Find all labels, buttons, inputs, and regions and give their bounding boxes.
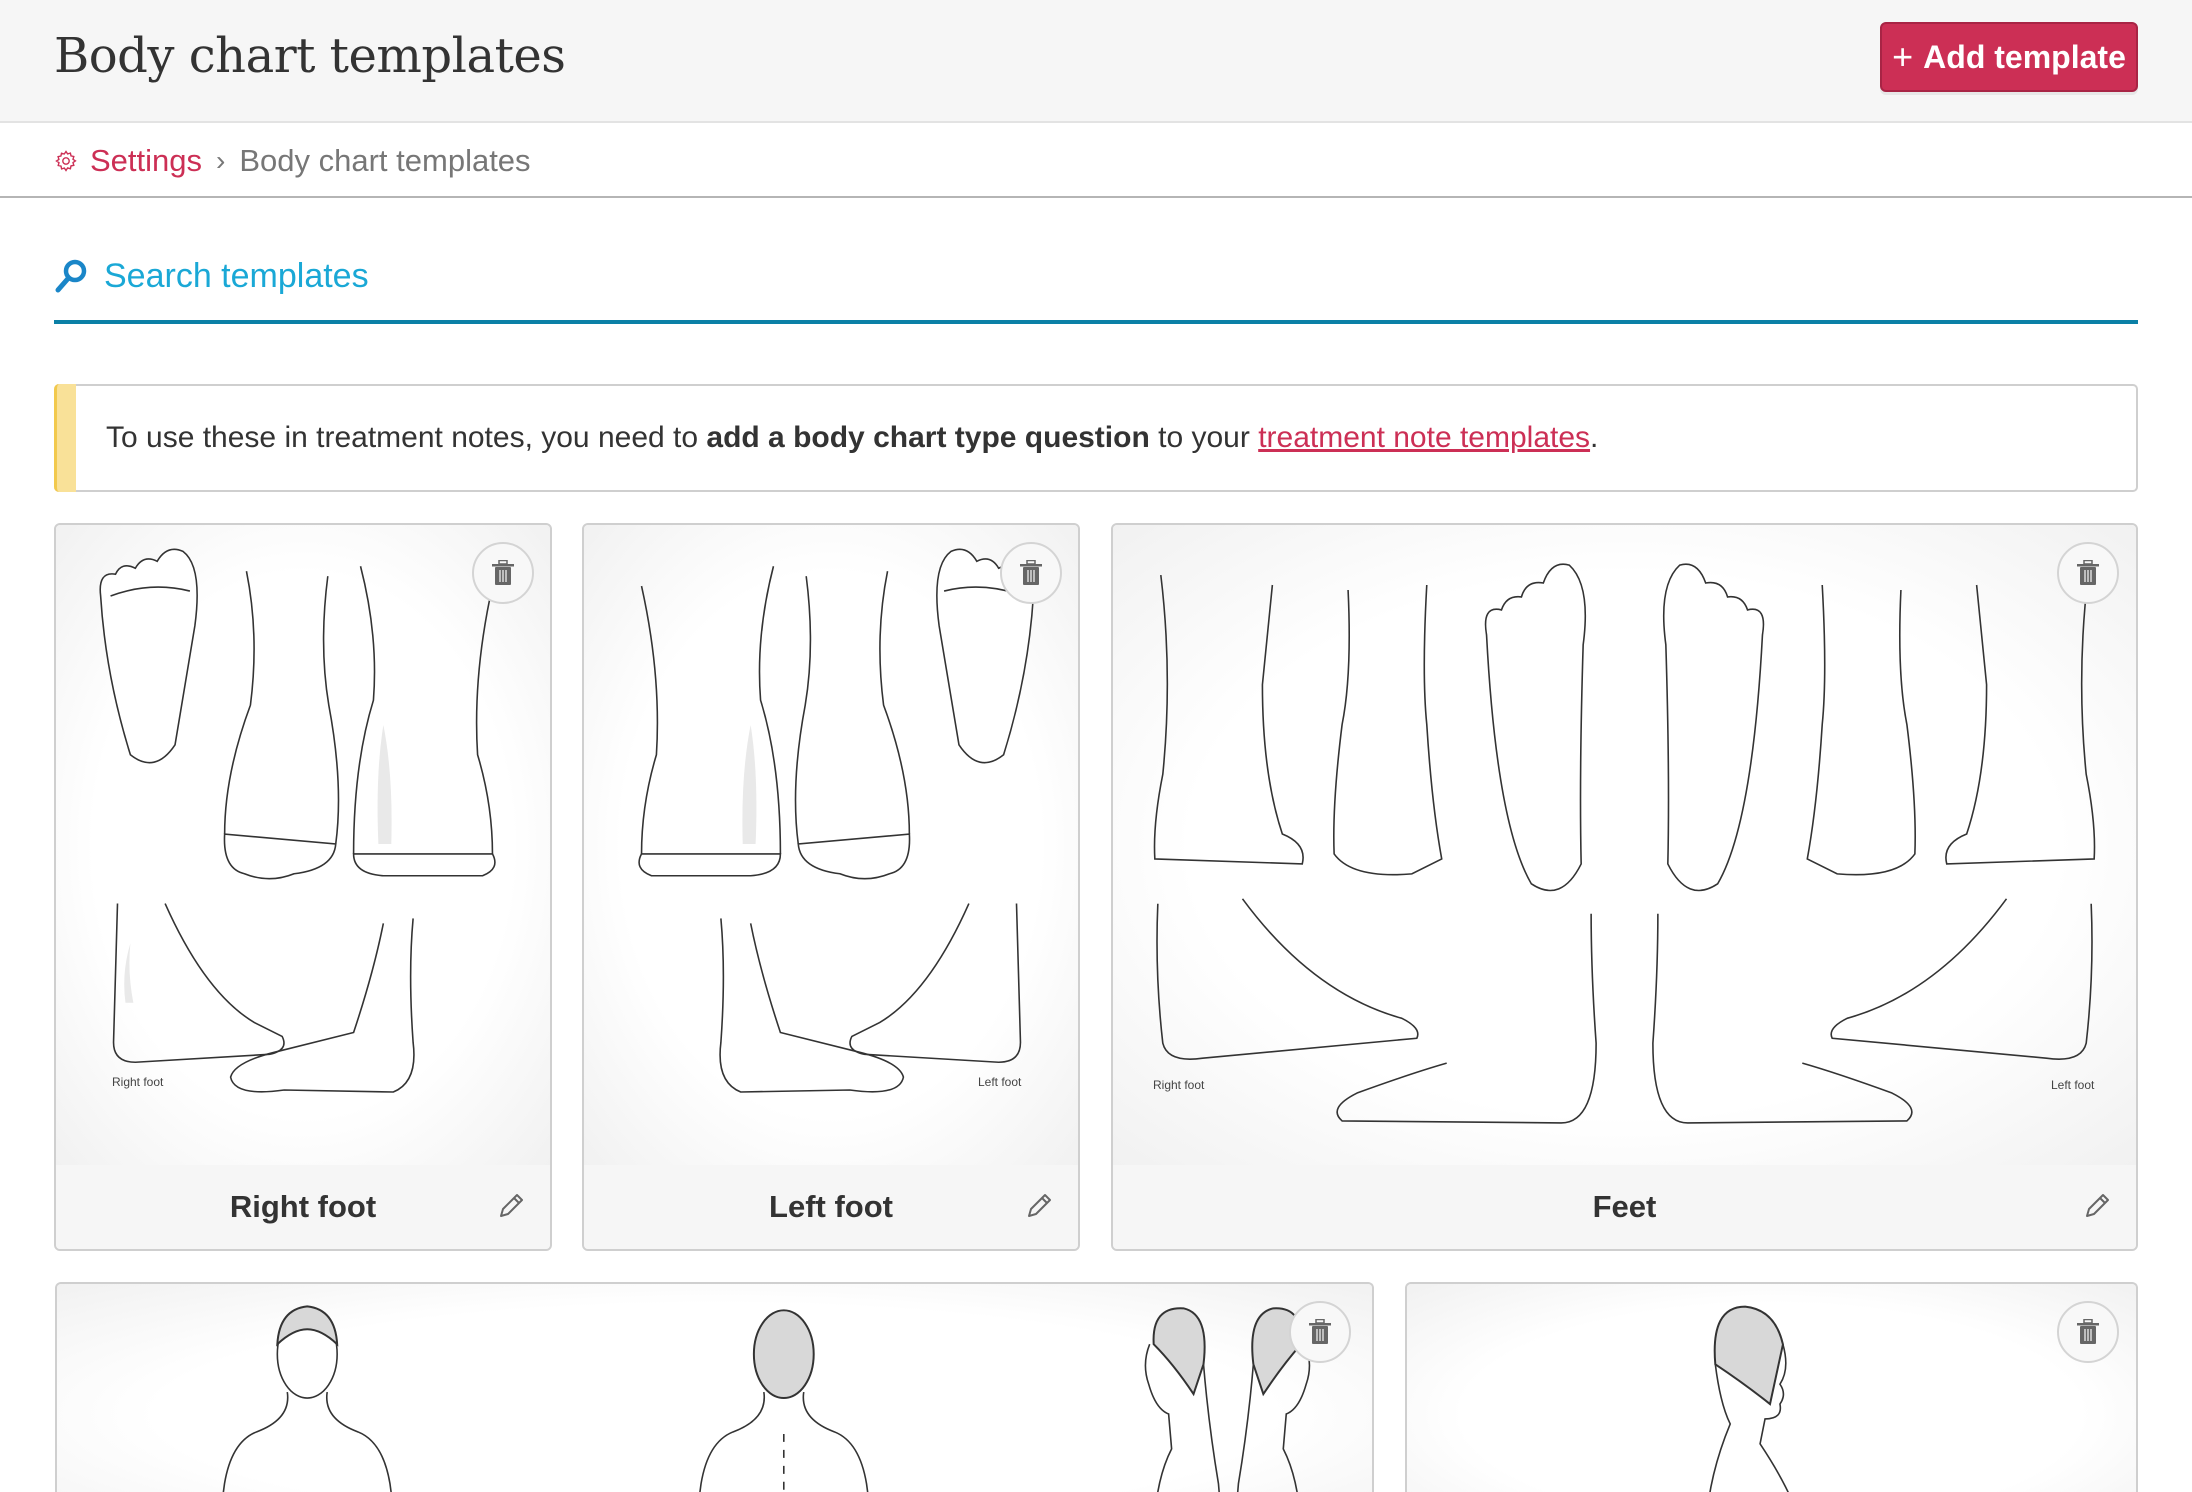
template-preview[interactable] (1407, 1284, 2136, 1492)
template-card-left-foot[interactable]: Left foot Left foot (582, 523, 1080, 1251)
info-alert: To use these in treatment notes, you nee… (54, 384, 2138, 492)
breadcrumb-divider (0, 196, 2192, 198)
left-foot-illustration (638, 548, 1035, 1093)
delete-template-button[interactable] (2057, 1301, 2119, 1363)
page-title: Body chart templates (54, 28, 566, 84)
feet-illustration (1153, 563, 2096, 1124)
side-body-illustration (1709, 1305, 1789, 1492)
page-header: Body chart templates + Add template (0, 0, 2192, 123)
gear-icon (54, 149, 78, 173)
edit-template-button[interactable] (496, 1191, 526, 1221)
template-footer: Feet (1113, 1165, 2136, 1249)
pencil-icon (500, 1194, 523, 1217)
delete-template-button[interactable] (1000, 542, 1062, 604)
trash-icon (2077, 560, 2099, 585)
template-preview[interactable] (57, 1284, 1372, 1492)
alert-stripe (54, 384, 76, 492)
trash-icon (1309, 1319, 1331, 1344)
preview-caption: Right foot (112, 1075, 164, 1089)
template-card-right-foot[interactable]: Right foot Right foot (54, 523, 552, 1251)
search-icon (54, 258, 88, 294)
plus-icon: + (1892, 36, 1914, 77)
template-footer: Left foot (584, 1165, 1078, 1249)
right-foot-illustration (99, 548, 496, 1093)
template-preview[interactable]: Left foot (584, 525, 1078, 1167)
template-footer: Right foot (56, 1165, 550, 1249)
template-preview[interactable]: Right foot (56, 525, 550, 1167)
trash-icon (2077, 1319, 2099, 1344)
template-name: Right foot (229, 1189, 377, 1224)
template-preview[interactable]: Right foot Left foot (1113, 525, 2136, 1167)
template-name: Feet (1592, 1189, 1657, 1224)
edit-template-button[interactable] (1024, 1191, 1054, 1221)
pencil-icon (2086, 1194, 2109, 1217)
trash-icon (492, 560, 514, 585)
template-card-feet[interactable]: Right foot Left foot Feet (1111, 523, 2138, 1251)
preview-caption: Right foot (1153, 1078, 1205, 1092)
preview-caption: Left foot (978, 1075, 1022, 1089)
pencil-icon (1028, 1194, 1051, 1217)
edit-template-button[interactable] (2082, 1191, 2112, 1221)
delete-template-button[interactable] (2057, 542, 2119, 604)
add-template-button[interactable]: + Add template (1880, 22, 2138, 92)
preview-caption: Left foot (2051, 1078, 2095, 1092)
breadcrumb-current: Body chart templates (239, 143, 531, 178)
delete-template-button[interactable] (472, 542, 534, 604)
breadcrumb-settings-link[interactable]: Settings (90, 143, 202, 179)
alert-text-before: To use these in treatment notes, you nee… (106, 421, 707, 454)
template-card-side-body[interactable] (1405, 1282, 2138, 1492)
delete-template-button[interactable] (1289, 1301, 1351, 1363)
alert-text: To use these in treatment notes, you nee… (106, 421, 1598, 455)
breadcrumb: Settings › Body chart templates (54, 136, 531, 186)
search-input[interactable] (104, 246, 2138, 306)
search-bar (54, 244, 2138, 324)
alert-text-middle: to your (1149, 421, 1259, 454)
alert-text-after: . (1590, 421, 1599, 454)
trash-icon (1020, 560, 1042, 585)
template-name: Left foot (769, 1189, 893, 1224)
treatment-note-templates-link[interactable]: treatment note templates (1258, 421, 1590, 454)
add-template-label: Add template (1923, 38, 2126, 75)
alert-bold-text: add a body chart type question (706, 421, 1150, 454)
breadcrumb-separator: › (216, 145, 226, 176)
template-card-body[interactable] (55, 1282, 1374, 1492)
body-illustration (222, 1305, 1311, 1492)
